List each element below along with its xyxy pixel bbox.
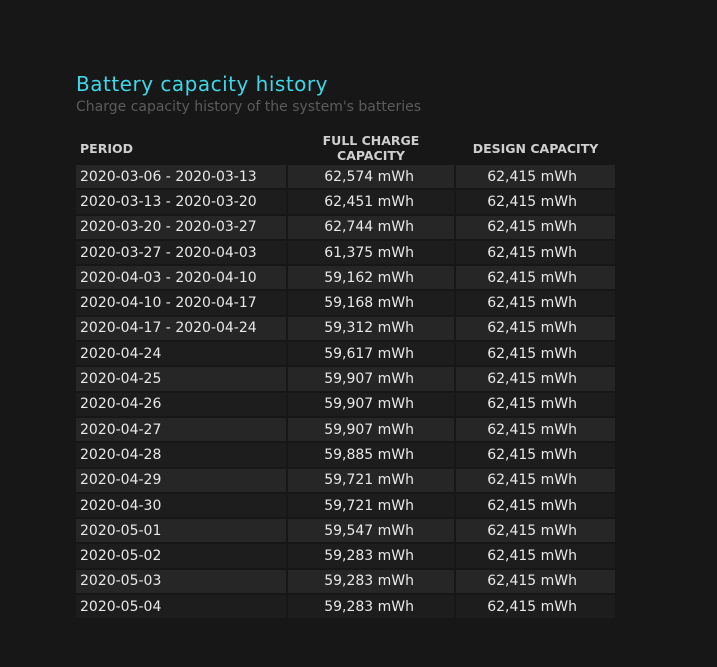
full-charge-capacity-cell: 59,162 mWh xyxy=(288,266,454,290)
period-cell: 2020-04-30 xyxy=(76,493,286,518)
full-charge-capacity-cell: 62,744 mWh xyxy=(288,215,454,239)
period-cell: 2020-04-24 xyxy=(76,342,286,366)
full-charge-capacity-cell: 59,547 mWh xyxy=(288,519,454,543)
full-charge-capacity-cell: 59,283 mWh xyxy=(288,569,454,594)
design-capacity-cell: 62,415 mWh xyxy=(456,392,615,416)
full-charge-capacity-cell: 59,885 mWh xyxy=(288,443,454,467)
table-row: 2020-04-26 59,907 mWh 62,415 mWh xyxy=(76,392,615,416)
period-cell: 2020-04-17 - 2020-04-24 xyxy=(76,316,286,341)
section-title: Battery capacity history xyxy=(76,72,328,96)
table-row: 2020-04-25 59,907 mWh 62,415 mWh xyxy=(76,367,615,391)
period-cell: 2020-04-29 xyxy=(76,468,286,492)
period-cell: 2020-03-13 - 2020-03-20 xyxy=(76,190,286,214)
design-capacity-cell: 62,415 mWh xyxy=(456,240,615,265)
period-cell: 2020-04-10 - 2020-04-17 xyxy=(76,291,286,315)
table-row: 2020-05-04 59,283 mWh 62,415 mWh xyxy=(76,595,615,619)
design-capacity-cell: 62,415 mWh xyxy=(456,367,615,391)
design-capacity-cell: 62,415 mWh xyxy=(456,266,615,290)
table-header-row: PERIOD FULL CHARGE CAPACITY DESIGN CAPAC… xyxy=(76,133,615,163)
table-row: 2020-05-03 59,283 mWh 62,415 mWh xyxy=(76,569,615,594)
full-charge-capacity-cell: 59,617 mWh xyxy=(288,342,454,366)
battery-capacity-history-section: Battery capacity history Charge capacity… xyxy=(76,70,636,620)
table-row: 2020-04-03 - 2020-04-10 59,162 mWh 62,415 … xyxy=(76,266,615,290)
design-capacity-cell: 62,415 mWh xyxy=(456,215,615,239)
table-row: 2020-04-29 59,721 mWh 62,415 mWh xyxy=(76,468,615,492)
design-capacity-cell: 62,415 mWh xyxy=(456,519,615,543)
design-capacity-cell: 62,415 mWh xyxy=(456,468,615,492)
design-capacity-cell: 62,415 mWh xyxy=(456,443,615,467)
full-charge-capacity-cell: 59,907 mWh xyxy=(288,367,454,391)
period-cell: 2020-05-04 xyxy=(76,595,286,619)
full-charge-capacity-cell: 59,721 mWh xyxy=(288,493,454,518)
table-row: 2020-04-10 - 2020-04-17 59,168 mWh 62,415 … xyxy=(76,291,615,315)
table-row: 2020-03-06 - 2020-03-13 62,574 mWh 62,415 … xyxy=(76,165,615,189)
design-capacity-cell: 62,415 mWh xyxy=(456,316,615,341)
design-capacity-cell: 62,415 mWh xyxy=(456,493,615,518)
period-cell: 2020-05-03 xyxy=(76,569,286,594)
design-capacity-cell: 62,415 mWh xyxy=(456,569,615,594)
full-charge-capacity-cell: 59,907 mWh xyxy=(288,417,454,442)
design-capacity-cell: 62,415 mWh xyxy=(456,342,615,366)
full-charge-capacity-cell: 62,574 mWh xyxy=(288,165,454,189)
table-row: 2020-03-13 - 2020-03-20 62,451 mWh 62,415 … xyxy=(76,190,615,214)
section-subtitle: Charge capacity history of the system's … xyxy=(76,99,422,115)
design-capacity-cell: 62,415 mWh xyxy=(456,165,615,189)
full-charge-capacity-cell: 59,168 mWh xyxy=(288,291,454,315)
capacity-history-table: PERIOD FULL CHARGE CAPACITY DESIGN CAPAC… xyxy=(74,131,617,620)
table-row: 2020-04-24 59,617 mWh 62,415 mWh xyxy=(76,342,615,366)
full-charge-capacity-cell: 59,721 mWh xyxy=(288,468,454,492)
table-row: 2020-04-30 59,721 mWh 62,415 mWh xyxy=(76,493,615,518)
period-cell: 2020-05-02 xyxy=(76,544,286,568)
period-cell: 2020-03-20 - 2020-03-27 xyxy=(76,215,286,239)
table-row: 2020-05-02 59,283 mWh 62,415 mWh xyxy=(76,544,615,568)
table-row: 2020-03-27 - 2020-04-03 61,375 mWh 62,415 … xyxy=(76,240,615,265)
design-capacity-cell: 62,415 mWh xyxy=(456,544,615,568)
full-charge-capacity-cell: 59,907 mWh xyxy=(288,392,454,416)
period-cell: 2020-04-25 xyxy=(76,367,286,391)
full-charge-capacity-cell: 59,283 mWh xyxy=(288,595,454,619)
full-charge-capacity-cell: 59,312 mWh xyxy=(288,316,454,341)
full-charge-capacity-cell: 62,451 mWh xyxy=(288,190,454,214)
full-charge-capacity-cell: 59,283 mWh xyxy=(288,544,454,568)
full-charge-capacity-cell: 61,375 mWh xyxy=(288,240,454,265)
period-cell: 2020-03-06 - 2020-03-13 xyxy=(76,165,286,189)
design-capacity-cell: 62,415 mWh xyxy=(456,595,615,619)
table-row: 2020-05-01 59,547 mWh 62,415 mWh xyxy=(76,519,615,543)
table-row: 2020-04-28 59,885 mWh 62,415 mWh xyxy=(76,443,615,467)
table-row: 2020-04-17 - 2020-04-24 59,312 mWh 62,415 … xyxy=(76,316,615,341)
period-cell: 2020-03-27 - 2020-04-03 xyxy=(76,240,286,265)
column-header-period: PERIOD xyxy=(80,140,133,156)
design-capacity-cell: 62,415 mWh xyxy=(456,417,615,442)
period-cell: 2020-05-01 xyxy=(76,519,286,543)
period-cell: 2020-04-27 xyxy=(76,417,286,442)
table-row: 2020-03-20 - 2020-03-27 62,744 mWh 62,415 … xyxy=(76,215,615,239)
column-header-design-capacity: DESIGN CAPACITY xyxy=(472,140,599,156)
period-cell: 2020-04-03 - 2020-04-10 xyxy=(76,266,286,290)
table-body: 2020-03-06 - 2020-03-13 62,574 mWh 62,415 … xyxy=(76,165,615,619)
period-cell: 2020-04-28 xyxy=(76,443,286,467)
column-header-full-charge-capacity: FULL CHARGE CAPACITY xyxy=(322,133,420,163)
design-capacity-cell: 62,415 mWh xyxy=(456,291,615,315)
period-cell: 2020-04-26 xyxy=(76,392,286,416)
table-row: 2020-04-27 59,907 mWh 62,415 mWh xyxy=(76,417,615,442)
design-capacity-cell: 62,415 mWh xyxy=(456,190,615,214)
